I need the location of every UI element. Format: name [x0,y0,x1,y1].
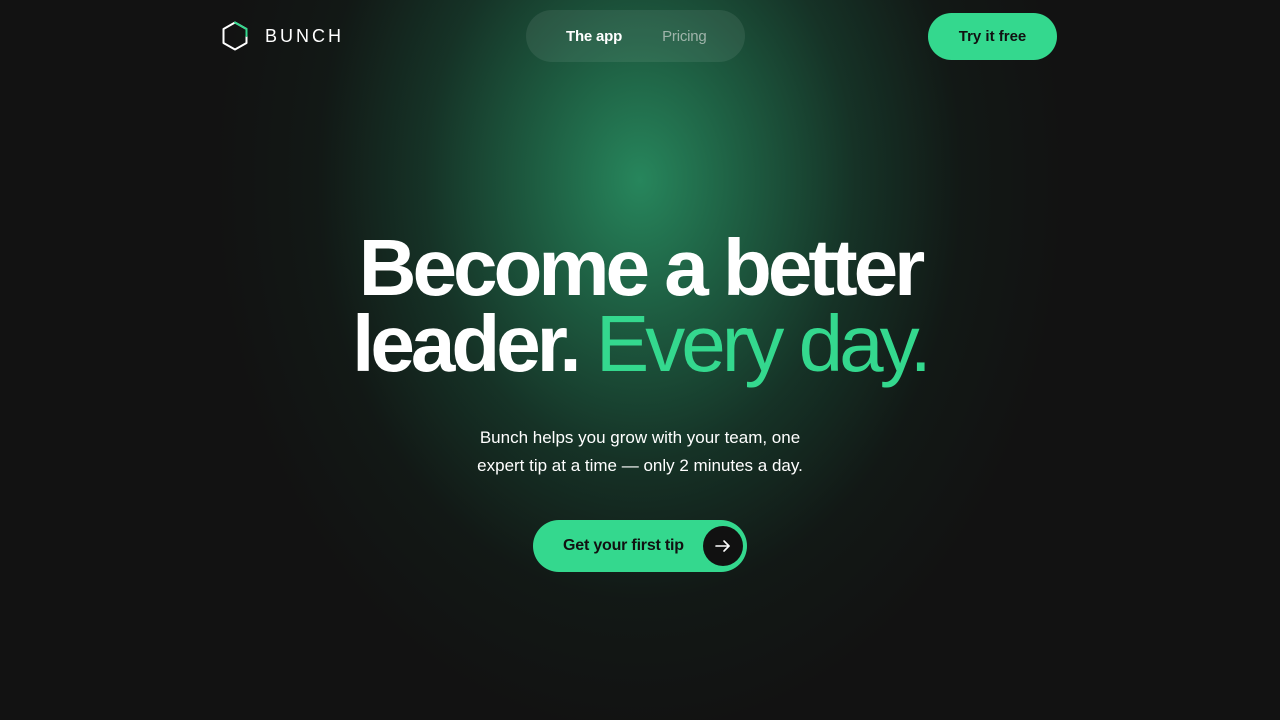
nav-the-app[interactable]: The app [566,28,622,45]
landing-page: BUNCH The app Pricing Try it free Become… [0,0,1280,720]
hero-title: Become a better leader. Every day. [0,228,1280,384]
cta-label: Get your first tip [563,537,684,554]
hero-subtitle-line1: Bunch helps you grow with your team, one [479,428,801,447]
bunch-logo[interactable]: BUNCH [222,21,344,51]
try-it-free-button[interactable]: Try it free [928,13,1057,60]
hero-subtitle-line2: expert tip at a time — only 2 minutes a … [477,456,803,475]
hero-subtitle: Bunch helps you grow with your team, one… [440,424,840,480]
hexagon-logo-icon [222,21,248,51]
main-nav: The app Pricing [526,10,745,62]
nav-pricing[interactable]: Pricing [662,28,707,45]
hero-title-line2: leader. [352,299,582,388]
arrow-right-icon [703,526,743,566]
get-first-tip-button[interactable]: Get your first tip [533,520,747,572]
logo-text: BUNCH [265,25,345,46]
hero-title-accent: Every day. [595,299,932,388]
